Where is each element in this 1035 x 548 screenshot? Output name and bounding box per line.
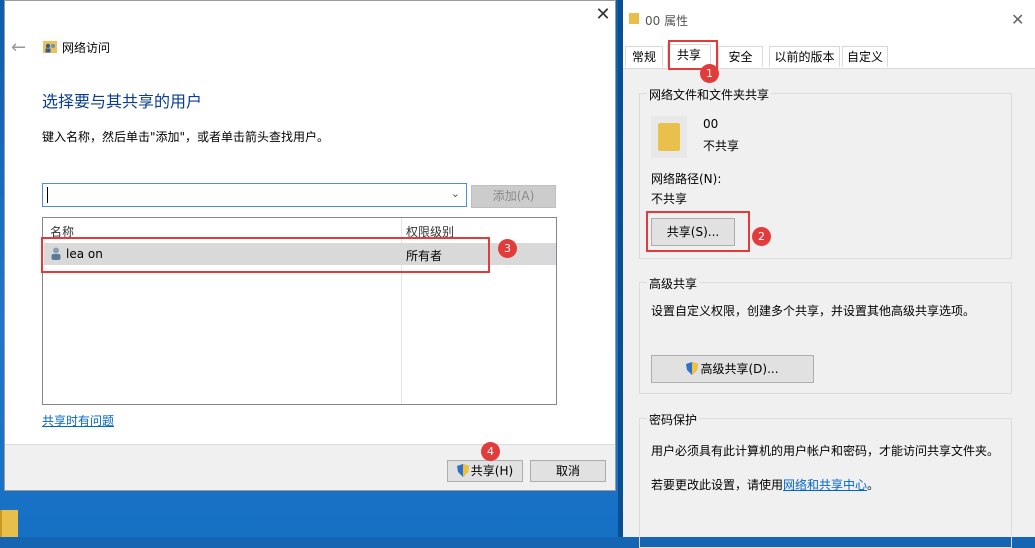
network-path-label: 网络路径(N): bbox=[651, 172, 722, 186]
group-label: 密码保护 bbox=[647, 411, 700, 428]
instructions-text: 键入名称，然后单击"添加"，或者单击箭头查找用户。 bbox=[42, 130, 330, 144]
change-prefix: 若要更改此设置，请使用 bbox=[651, 478, 784, 492]
uac-shield-icon bbox=[686, 362, 699, 375]
step-badge-4: 4 bbox=[481, 442, 500, 461]
step-badge-1: 1 bbox=[700, 64, 719, 83]
properties-title: 00 属性 bbox=[645, 14, 689, 28]
folder-share-status: 不共享 bbox=[703, 139, 740, 153]
group-label: 高级共享 bbox=[647, 275, 700, 292]
change-suffix: 。 bbox=[867, 478, 880, 492]
dialog-title: 网络访问 bbox=[62, 41, 111, 55]
page-heading: 选择要与其共享的用户 bbox=[42, 92, 203, 111]
network-path-value: 不共享 bbox=[651, 192, 688, 206]
share-help-link[interactable]: 共享时有问题 bbox=[42, 412, 114, 429]
tab-security[interactable]: 安全 bbox=[718, 46, 763, 67]
tab-previous-versions[interactable]: 以前的版本 bbox=[769, 46, 840, 67]
add-button[interactable]: 添加(A) bbox=[471, 185, 556, 208]
highlight-user-row bbox=[41, 237, 490, 273]
network-users-icon bbox=[43, 41, 57, 53]
close-icon[interactable]: ✕ bbox=[593, 5, 613, 25]
group-label: 网络文件和文件夹共享 bbox=[647, 86, 772, 103]
change-setting-text: 若要更改此设置，请使用网络和共享中心。 bbox=[651, 476, 879, 493]
password-protection-group: 密码保护 用户必须具有此计算机的用户帐户和密码，才能访问共享文件夹。 若要更改此… bbox=[639, 411, 1012, 548]
highlight-share-button bbox=[646, 211, 750, 252]
advanced-description: 设置自定义权限，创建多个共享，并设置其他高级共享选项。 bbox=[651, 304, 976, 318]
folder-icon bbox=[629, 13, 639, 24]
share-button-label: 共享(H) bbox=[470, 464, 514, 478]
back-arrow-icon[interactable]: ← bbox=[11, 37, 26, 58]
tab-general[interactable]: 常规 bbox=[625, 46, 663, 67]
desktop-folder-icon[interactable] bbox=[0, 510, 18, 537]
advanced-sharing-button[interactable]: 高级共享(D)... bbox=[651, 355, 814, 383]
chevron-down-icon[interactable]: ⌄ bbox=[451, 187, 460, 200]
folder-large-icon bbox=[651, 116, 687, 158]
folder-properties-dialog: 00 属性 ✕ 常规 共享 安全 以前的版本 自定义 网络文件和文件夹共享 00… bbox=[623, 0, 1035, 548]
dialog-footer bbox=[5, 444, 615, 490]
network-sharing-center-link[interactable]: 网络和共享中心 bbox=[783, 478, 867, 492]
password-description: 用户必须具有此计算机的用户帐户和密码，才能访问共享文件夹。 bbox=[651, 444, 1000, 458]
text-caret bbox=[47, 187, 48, 203]
advanced-sharing-label: 高级共享(D)... bbox=[700, 362, 779, 376]
sharing-tab-panel: 网络文件和文件夹共享 00 不共享 网络路径(N): 不共享 共享(S)... … bbox=[623, 69, 1035, 548]
cancel-button[interactable]: 取消 bbox=[530, 460, 606, 482]
step-badge-3: 3 bbox=[498, 239, 517, 258]
tab-customize[interactable]: 自定义 bbox=[842, 46, 888, 67]
close-icon[interactable]: ✕ bbox=[1011, 10, 1024, 29]
uac-shield-icon bbox=[456, 464, 469, 477]
share-button[interactable]: 共享(H) bbox=[447, 460, 523, 482]
step-badge-2: 2 bbox=[752, 227, 771, 246]
user-name-combobox[interactable]: ⌄ bbox=[42, 183, 467, 207]
advanced-sharing-group: 高级共享 设置自定义权限，创建多个共享，并设置其他高级共享选项。 高级共享(D)… bbox=[639, 275, 1012, 394]
folder-name: 00 bbox=[703, 117, 719, 131]
